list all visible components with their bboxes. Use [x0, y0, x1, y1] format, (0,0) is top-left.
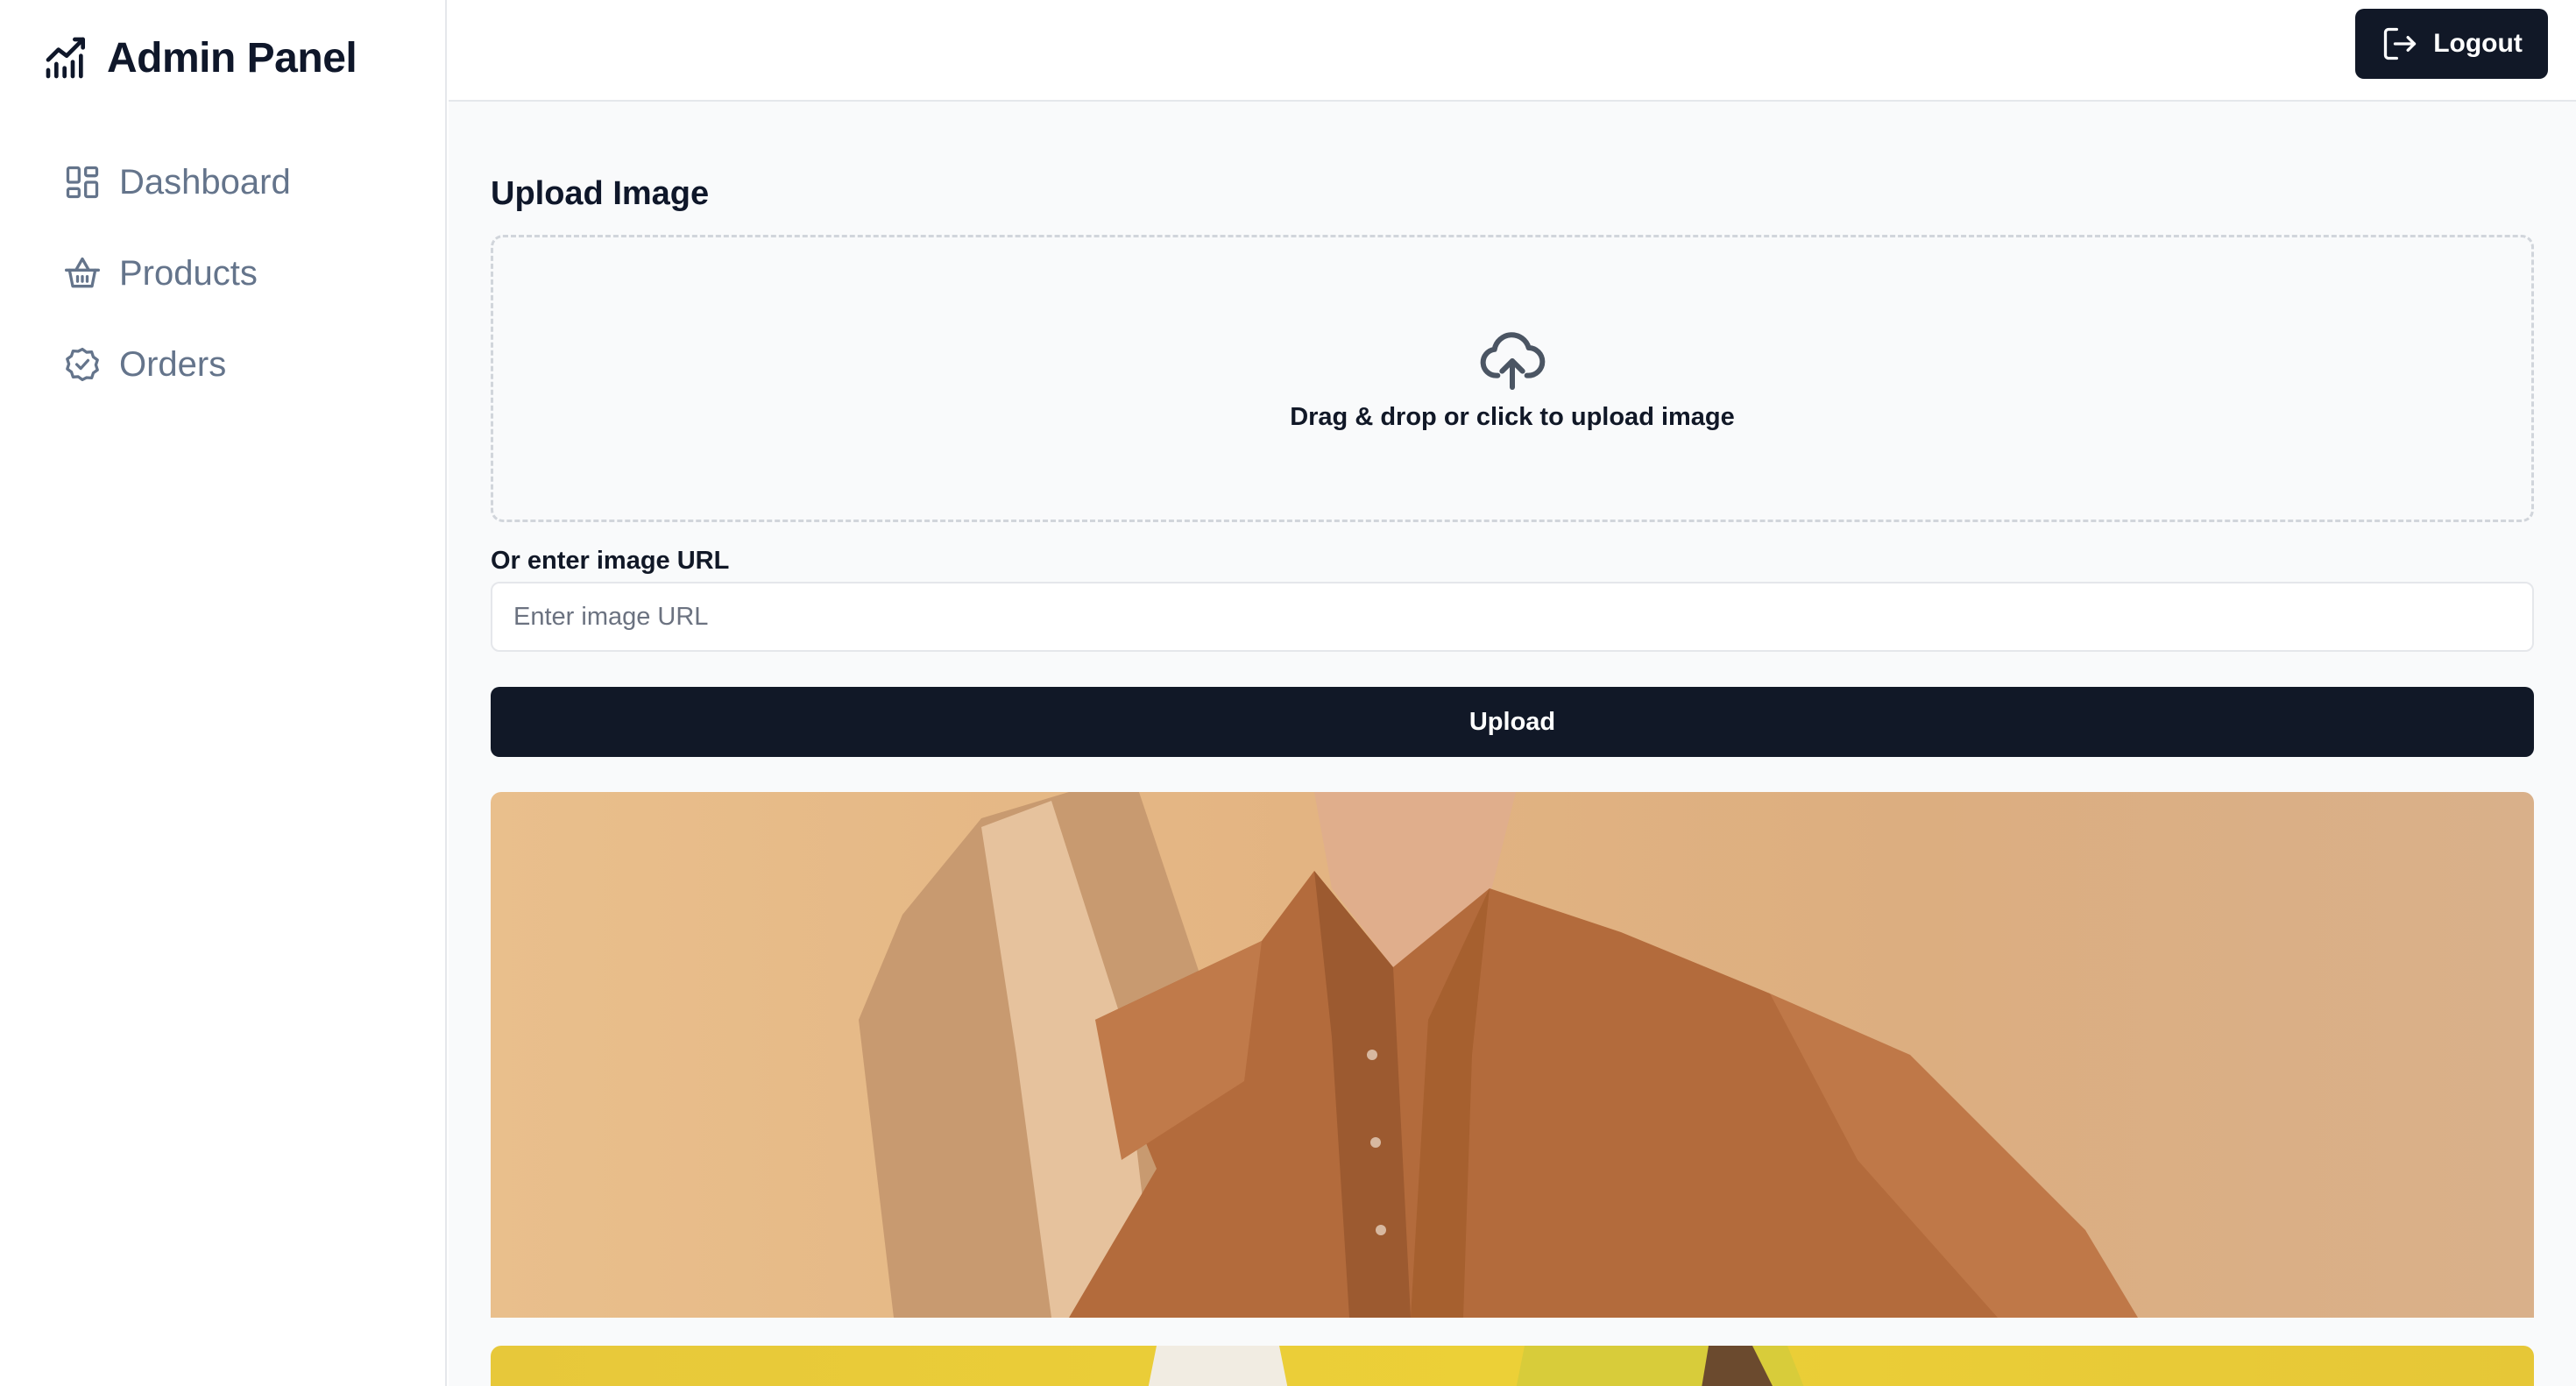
logout-icon [2381, 25, 2419, 63]
man-in-brown-shirt-photo [859, 792, 2138, 1318]
sidebar-item-orders[interactable]: Orders [63, 336, 291, 392]
main-content: Upload Image Drag & drop or click to upl… [449, 102, 2576, 1386]
brand-title: Admin Panel [107, 34, 357, 81]
image-preview-1 [491, 792, 2534, 1318]
sidebar-item-dashboard[interactable]: Dashboard [63, 154, 291, 210]
brand[interactable]: Admin Panel [42, 32, 357, 84]
dashboard-grid-icon [63, 163, 102, 202]
top-bar: Logout [449, 0, 2576, 102]
logout-label: Logout [2433, 29, 2523, 58]
page-title: Upload Image [491, 175, 710, 212]
badge-check-icon [63, 345, 102, 384]
yellow-background-photo [1148, 1346, 1804, 1386]
sidebar-item-label: Dashboard [119, 162, 291, 202]
dropzone-text: Drag & drop or click to upload image [1290, 402, 1735, 431]
url-label: Or enter image URL [491, 547, 730, 575]
basket-icon [63, 254, 102, 293]
logout-button[interactable]: Logout [2355, 9, 2548, 79]
image-preview-2 [491, 1346, 2534, 1386]
image-dropzone[interactable]: Drag & drop or click to upload image [491, 235, 2534, 522]
sidebar-nav: Dashboard Products Orders [63, 154, 291, 428]
sidebar-item-products[interactable]: Products [63, 245, 291, 301]
chart-bars-icon [42, 33, 91, 82]
upload-button[interactable]: Upload [491, 687, 2534, 757]
image-url-input[interactable] [491, 582, 2534, 652]
cloud-upload-icon [1477, 326, 1547, 403]
admin-app: Admin Panel Dashboard Products Orders Lo… [0, 0, 2576, 1386]
sidebar-item-label: Orders [119, 344, 227, 384]
sidebar-item-label: Products [119, 253, 258, 293]
sidebar: Admin Panel Dashboard Products Orders [0, 0, 447, 1386]
